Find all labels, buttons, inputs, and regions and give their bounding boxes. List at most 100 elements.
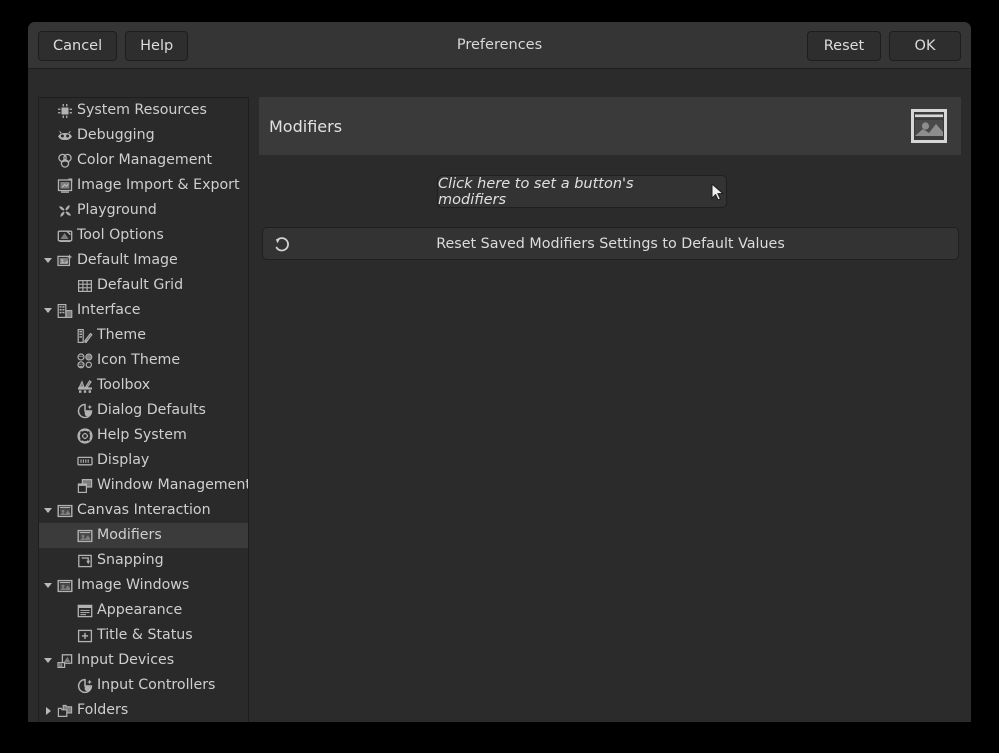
sidebar-item-playground[interactable]: Playground xyxy=(39,198,248,223)
sidebar-item-snapping[interactable]: Snapping xyxy=(39,548,248,573)
sidebar-item-input-devices[interactable]: Input Devices xyxy=(39,648,248,673)
interface-icon xyxy=(57,303,75,319)
help-button[interactable]: Help xyxy=(125,31,188,61)
chevron-right-icon[interactable] xyxy=(39,707,57,715)
reset-circular-arrow-icon xyxy=(272,234,292,254)
ok-button[interactable]: OK xyxy=(889,31,961,61)
sidebar-item-image-import-export[interactable]: Image Import & Export xyxy=(39,173,248,198)
sidebar-item-label: Debugging xyxy=(77,128,155,142)
input-controllers-icon xyxy=(77,678,95,694)
window-management-icon xyxy=(77,478,95,494)
dialog-body: System Resources Debugging Color Managem… xyxy=(28,69,971,722)
image-transfer-icon xyxy=(57,178,75,194)
sidebar-item-system-resources[interactable]: System Resources xyxy=(39,98,248,123)
sidebar-item-label: Window Management xyxy=(97,478,249,492)
sidebar-item-label: Default Image xyxy=(77,253,178,267)
sidebar-item-label: Help System xyxy=(97,428,187,442)
set-button-modifiers-button[interactable]: Click here to set a button's modifiers xyxy=(437,175,727,208)
canvas-image-icon xyxy=(57,578,75,594)
titlebar-left-buttons: Cancel Help xyxy=(38,31,188,61)
sidebar-item-label: Display xyxy=(97,453,149,467)
titlebar-right-buttons: Reset OK xyxy=(807,31,961,61)
reset-button[interactable]: Reset xyxy=(807,31,881,61)
sidebar-item-label: Icon Theme xyxy=(97,353,180,367)
help-system-icon xyxy=(77,428,95,444)
sidebar-item-label: Appearance xyxy=(97,603,182,617)
sidebar-item-image-windows[interactable]: Image Windows xyxy=(39,573,248,598)
sidebar-item-default-image[interactable]: Default Image xyxy=(39,248,248,273)
default-image-icon xyxy=(57,253,75,269)
sidebar-item-label: Theme xyxy=(97,328,146,342)
sidebar-item-help-system[interactable]: Help System xyxy=(39,423,248,448)
sidebar-item-label: Input Devices xyxy=(77,653,174,667)
icon-theme-icon xyxy=(77,353,95,369)
sidebar-item-label: Modifiers xyxy=(97,528,162,542)
sidebar-item-canvas-interaction[interactable]: Canvas Interaction xyxy=(39,498,248,523)
chevron-down-icon[interactable] xyxy=(39,308,57,313)
sidebar-item-label: Default Grid xyxy=(97,278,183,292)
chevron-down-icon[interactable] xyxy=(39,583,57,588)
pinwheel-icon xyxy=(57,203,75,219)
sidebar-item-label: Color Management xyxy=(77,153,212,167)
sidebar-item-window-management[interactable]: Window Management xyxy=(39,473,248,498)
grid-icon xyxy=(77,278,95,294)
sidebar-item-input-controllers[interactable]: Input Controllers xyxy=(39,673,248,698)
sidebar-item-color-management[interactable]: Color Management xyxy=(39,148,248,173)
sidebar-item-interface[interactable]: Interface xyxy=(39,298,248,323)
canvas-image-large-icon xyxy=(911,108,947,144)
sidebar-item-appearance[interactable]: Appearance xyxy=(39,598,248,623)
sidebar-item-label: Folders xyxy=(77,703,128,717)
sidebar-item-label: Input Controllers xyxy=(97,678,215,692)
sidebar-item-label: Image Import & Export xyxy=(77,178,240,192)
sidebar-item-label: System Resources xyxy=(77,103,207,117)
sidebar-item-label: Image Windows xyxy=(77,578,189,592)
sidebar-item-modifiers[interactable]: Modifiers xyxy=(39,523,248,548)
theme-icon xyxy=(77,328,95,344)
sidebar-item-title-status[interactable]: Title & Status xyxy=(39,623,248,648)
sidebar-item-icon-theme[interactable]: Icon Theme xyxy=(39,348,248,373)
preferences-dialog: Preferences Cancel Help Reset OK System … xyxy=(28,22,971,722)
canvas-image-icon xyxy=(77,528,95,544)
sidebar-item-folders[interactable]: Folders xyxy=(39,698,248,722)
sidebar-item-label: Toolbox xyxy=(97,378,150,392)
dialog-defaults-icon xyxy=(77,403,95,419)
chevron-down-icon[interactable] xyxy=(39,658,57,663)
tool-options-icon xyxy=(57,228,75,244)
sidebar-item-tool-options[interactable]: Tool Options xyxy=(39,223,248,248)
preferences-category-tree[interactable]: System Resources Debugging Color Managem… xyxy=(38,97,249,722)
chevron-down-icon[interactable] xyxy=(39,258,57,263)
folders-icon xyxy=(57,703,75,719)
cancel-button[interactable]: Cancel xyxy=(38,31,117,61)
set-button-modifiers-label: Click here to set a button's modifiers xyxy=(438,176,700,208)
canvas-image-icon xyxy=(57,503,75,519)
snapping-icon xyxy=(77,553,95,569)
page-title: Modifiers xyxy=(269,117,342,136)
sidebar-item-label: Snapping xyxy=(97,553,164,567)
wilber-debug-icon xyxy=(57,128,75,144)
sidebar-item-label: Playground xyxy=(77,203,157,217)
sidebar-item-theme[interactable]: Theme xyxy=(39,323,248,348)
dialog-titlebar: Preferences Cancel Help Reset OK xyxy=(28,22,971,69)
sidebar-item-toolbox[interactable]: Toolbox xyxy=(39,373,248,398)
sidebar-item-dialog-defaults[interactable]: Dialog Defaults xyxy=(39,398,248,423)
reset-saved-modifiers-label: Reset Saved Modifiers Settings to Defaul… xyxy=(263,236,958,252)
sidebar-item-label: Canvas Interaction xyxy=(77,503,211,517)
title-status-icon xyxy=(77,628,95,644)
mouse-pointer-icon xyxy=(710,183,726,201)
page-header: Modifiers xyxy=(259,97,961,155)
preferences-main-pane: Modifiers Click here to set a button's m… xyxy=(259,97,961,722)
input-devices-icon xyxy=(57,653,75,669)
appearance-icon xyxy=(77,603,95,619)
color-management-icon xyxy=(57,153,75,169)
sidebar-item-default-grid[interactable]: Default Grid xyxy=(39,273,248,298)
sidebar-item-label: Title & Status xyxy=(97,628,193,642)
sidebar-item-label: Dialog Defaults xyxy=(97,403,206,417)
reset-saved-modifiers-button[interactable]: Reset Saved Modifiers Settings to Defaul… xyxy=(262,227,959,260)
sidebar-item-debugging[interactable]: Debugging xyxy=(39,123,248,148)
chevron-down-icon[interactable] xyxy=(39,508,57,513)
page-content: Click here to set a button's modifiers xyxy=(259,155,961,722)
display-icon xyxy=(77,453,95,469)
cpu-chip-icon xyxy=(57,103,75,119)
sidebar-item-label: Interface xyxy=(77,303,141,317)
sidebar-item-display[interactable]: Display xyxy=(39,448,248,473)
